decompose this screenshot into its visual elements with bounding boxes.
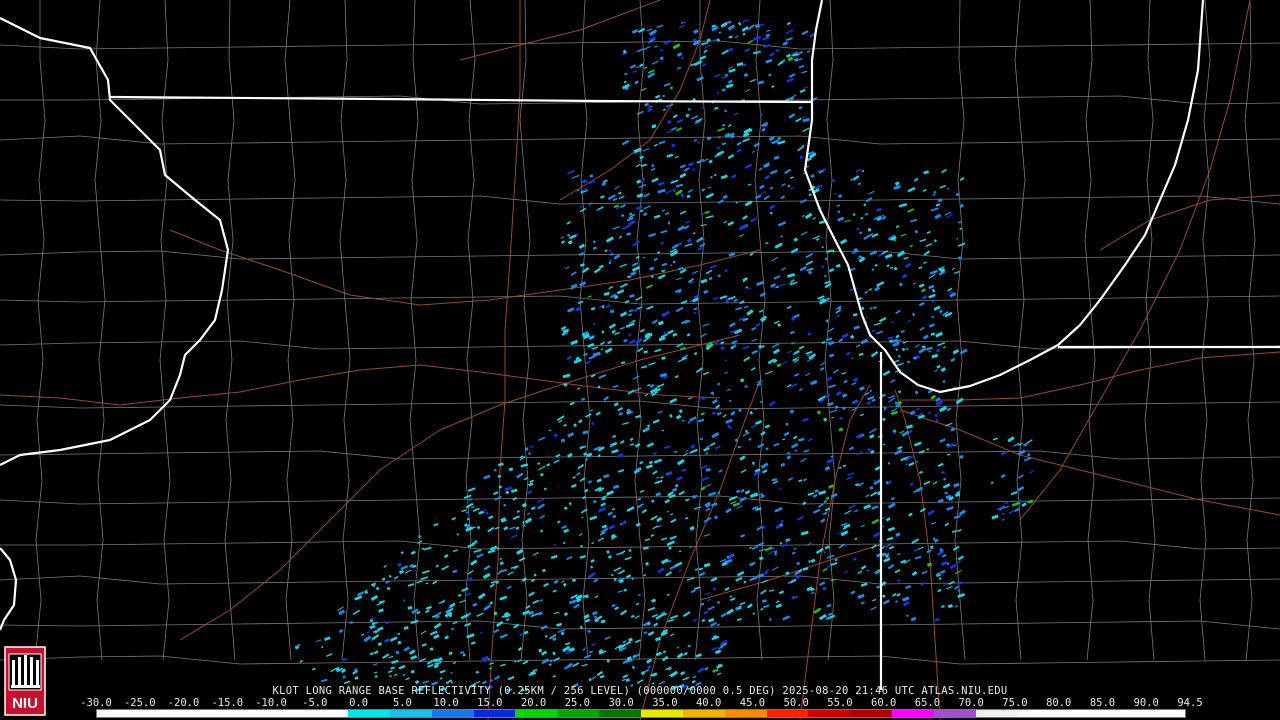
niu-logo-icon: NIU: [4, 646, 46, 716]
colorbar-label: 10.0: [433, 697, 459, 709]
colorbar-label: -5.0: [302, 697, 328, 709]
colorbar-segment: [180, 710, 223, 717]
colorbar-segment: [640, 710, 683, 717]
colorbar-label: 70.0: [958, 697, 984, 709]
colorbar-label: -25.0: [123, 697, 156, 709]
colorbar-label: 25.0: [564, 697, 591, 709]
colorbar-segment: [1101, 710, 1144, 717]
colorbar-label: 40.0: [695, 697, 722, 709]
colorbar-segment: [808, 710, 851, 717]
colorbar-label: -20.0: [167, 697, 200, 709]
colorbar-segment: [850, 710, 893, 717]
colorbar-segment: [557, 710, 600, 717]
colorbar-label: 30.0: [608, 697, 634, 709]
colorbar-label: -30.0: [80, 697, 112, 709]
colorbar-segment: [389, 710, 432, 717]
colorbar-segment: [1143, 710, 1185, 717]
product-caption: KLOT LONG RANGE BASE REFLECTIVITY (0.25K…: [272, 685, 1008, 697]
colorbar-segment: [1017, 710, 1060, 717]
colorbar-segment: [473, 710, 516, 717]
colorbar-segment: [431, 710, 474, 717]
colorbar-label: 45.0: [739, 697, 766, 709]
colorbar-label: 35.0: [652, 697, 678, 709]
colorbar-label: 80.0: [1046, 697, 1072, 709]
colorbar-label: 0.0: [349, 697, 369, 709]
colorbar-segment: [306, 710, 349, 717]
colorbar-label: 90.0: [1133, 697, 1159, 709]
colorbar-segment: [682, 710, 725, 717]
colorbar-segment: [222, 710, 265, 717]
colorbar-label: 55.0: [827, 697, 853, 709]
reflectivity-colorbar: [96, 709, 1186, 718]
colorbar-label: 85.0: [1089, 697, 1116, 709]
colorbar-segment: [892, 710, 934, 717]
colorbar-label: 65.0: [914, 697, 941, 709]
colorbar-label: 20.0: [520, 697, 547, 709]
colorbar-segment: [1059, 710, 1102, 717]
colorbar-label: -10.0: [255, 697, 287, 709]
colorbar-label: 50.0: [783, 697, 809, 709]
colorbar-segment: [599, 710, 641, 717]
colorbar-segment: [264, 710, 307, 717]
logo-text: NIU: [12, 695, 38, 712]
colorbar-segment: [724, 710, 767, 717]
colorbar-segment: [975, 710, 1018, 717]
colorbar-segment: [933, 710, 976, 717]
colorbar-segment: [515, 710, 558, 717]
colorbar-label: 60.0: [871, 697, 897, 709]
colorbar-segment: [97, 710, 139, 717]
colorbar-label: 75.0: [1002, 697, 1028, 709]
colorbar-label: 5.0: [392, 697, 412, 709]
colorbar-segment: [138, 710, 181, 717]
colorbar-segment: [766, 710, 809, 717]
colorbar-labels: -30.0 -25.0 -20.0 -15.0 -10.0 -5.0 0.0 5.0 10.0 1…: [80, 697, 1202, 709]
colorbar-segment: [348, 710, 390, 717]
colorbar-label: -15.0: [211, 697, 244, 709]
colorbar-label: 94.5: [1177, 697, 1203, 709]
colorbar-label: 15.0: [477, 697, 503, 709]
radar-map: [0, 0, 1280, 720]
